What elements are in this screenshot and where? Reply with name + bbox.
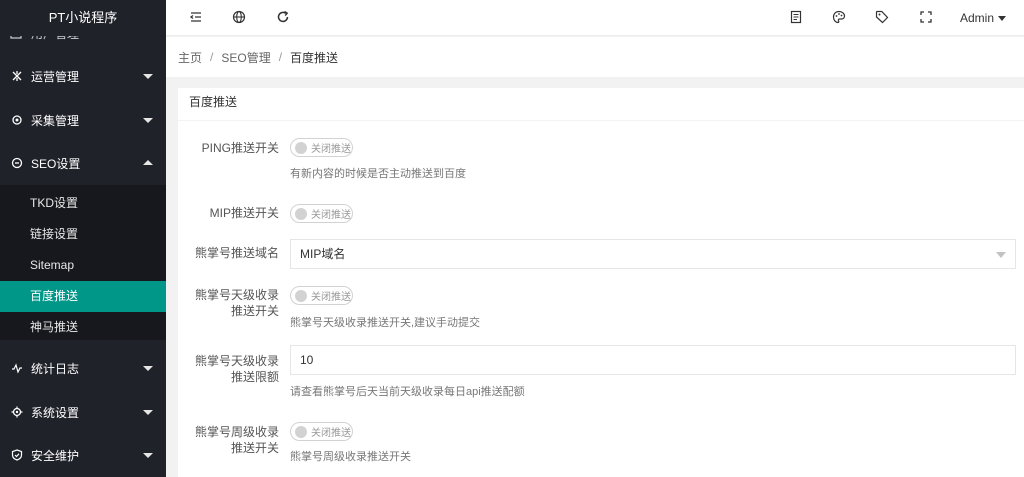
sidebar-subitem-tkd[interactable]: TKD设置 xyxy=(0,188,166,219)
limit-label-line2: 推送限额 xyxy=(230,370,279,384)
mip-switch[interactable]: 关闭推送 xyxy=(290,204,353,223)
switch-knob xyxy=(295,425,307,438)
breadcrumb-separator: / xyxy=(210,50,214,64)
refresh-button[interactable] xyxy=(273,0,293,36)
globe-icon xyxy=(232,10,246,27)
limit-hint: 请查看熊掌号后天当前天级收录每日api推送配额 xyxy=(290,386,525,398)
sidebar-item-label: 运营管理 xyxy=(31,69,80,84)
admin-menu[interactable]: Admin xyxy=(960,0,1006,36)
theme-button[interactable] xyxy=(829,0,849,36)
chevron-down-icon xyxy=(143,366,153,371)
daily-switch[interactable]: 关闭推送 xyxy=(290,286,353,305)
sidebar-subitem-links[interactable]: 链接设置 xyxy=(0,219,166,250)
switch-text: 关闭推送 xyxy=(311,292,351,303)
admin-label: Admin xyxy=(959,11,994,25)
chevron-down-icon xyxy=(143,453,153,458)
switch-text: 关闭推送 xyxy=(311,210,351,221)
sidebar-item-security[interactable]: 安全维护 xyxy=(0,433,166,477)
sidebar-item-collect[interactable]: 采集管理 xyxy=(0,98,166,142)
sidebar-subitem-sitemap[interactable]: Sitemap xyxy=(0,250,166,281)
switch-text: 关闭推送 xyxy=(311,144,351,155)
mip-label: MIP推送开关 xyxy=(209,206,279,220)
breadcrumb-seo[interactable]: SEO管理 xyxy=(221,49,270,66)
sidebar-item-operations[interactable]: 运营管理 xyxy=(0,54,166,98)
top-header: Admin xyxy=(166,0,1024,36)
switch-text: 关闭推送 xyxy=(311,428,351,439)
breadcrumb-current: 百度推送 xyxy=(290,50,339,65)
chevron-up-icon xyxy=(143,160,153,165)
ping-switch[interactable]: 关闭推送 xyxy=(290,138,353,157)
app-title: PT小说程序 xyxy=(0,0,166,36)
stats-icon xyxy=(10,361,24,375)
settings-card: 百度推送 PING推送开关 关闭推送 有新内容的时候是否主动推送到百度 MIP推… xyxy=(178,88,1024,477)
sidebar-item-stats[interactable]: 统计日志 xyxy=(0,346,166,390)
fullscreen-button[interactable] xyxy=(916,0,936,36)
chevron-down-icon xyxy=(143,74,153,79)
shield-icon xyxy=(10,448,24,462)
switch-knob xyxy=(295,289,307,302)
weekly-label-line2: 推送开关 xyxy=(230,441,279,455)
collect-icon xyxy=(10,113,24,127)
sidebar-item-seo[interactable]: SEO设置 xyxy=(0,141,166,185)
refresh-icon xyxy=(276,10,290,27)
switch-knob xyxy=(295,207,307,220)
notes-icon xyxy=(789,10,803,27)
tag-icon xyxy=(875,10,889,27)
sidebar-subitem-shenma-push[interactable]: 神马推送 xyxy=(0,312,166,343)
collapse-icon xyxy=(189,10,203,27)
gear-icon xyxy=(10,405,24,419)
ping-hint: 有新内容的时候是否主动推送到百度 xyxy=(290,168,466,180)
sidebar-item-label: 系统设置 xyxy=(31,405,80,420)
domain-label: 熊掌号推送域名 xyxy=(194,246,279,260)
sidebar-item-label: 安全维护 xyxy=(31,448,80,463)
seo-icon xyxy=(10,156,24,170)
sidebar-item-label: 采集管理 xyxy=(31,113,80,128)
card-title: 百度推送 xyxy=(178,88,1024,121)
website-button[interactable] xyxy=(229,0,249,36)
theme-icon xyxy=(832,10,846,27)
daily-label-line2: 推送开关 xyxy=(230,304,279,318)
sidebar-item-label: SEO设置 xyxy=(31,156,81,171)
weekly-switch[interactable]: 关闭推送 xyxy=(290,422,353,441)
sidebar-item-label: 统计日志 xyxy=(31,361,80,376)
domain-select[interactable]: MIP域名 xyxy=(290,239,1016,269)
switch-knob xyxy=(295,141,307,154)
fullscreen-icon xyxy=(919,10,933,27)
collapse-sidebar-button[interactable] xyxy=(186,0,206,36)
notes-button[interactable] xyxy=(786,0,806,36)
breadcrumb-home[interactable]: 主页 xyxy=(178,49,202,66)
sidebar: 用户管理 PT小说程序 运营管理 采集管理 SEO设置 TKD设置 链接设置 S… xyxy=(0,0,166,477)
daily-hint: 熊掌号天级收录推送开关,建议手动提交 xyxy=(290,317,481,329)
domain-select-value: MIP域名 xyxy=(300,247,346,261)
seo-submenu: TKD设置 链接设置 Sitemap 百度推送 神马推送 xyxy=(0,185,166,340)
tag-button[interactable] xyxy=(872,0,892,36)
breadcrumb-separator: / xyxy=(278,50,283,64)
chevron-down-icon xyxy=(143,118,153,123)
chevron-down-icon xyxy=(998,15,1006,21)
breadcrumb: 主页 / SEO管理 / 百度推送 xyxy=(166,37,1024,77)
sidebar-subitem-baidu-push[interactable]: 百度推送 xyxy=(0,281,166,312)
chevron-down-icon xyxy=(996,252,1006,258)
sidebar-item-system[interactable]: 系统设置 xyxy=(0,390,166,434)
weekly-hint: 熊掌号周级收录推送开关 xyxy=(290,451,411,463)
ping-label: PING推送开关 xyxy=(201,141,279,155)
operations-icon xyxy=(10,69,24,83)
chevron-down-icon xyxy=(143,410,153,415)
limit-input[interactable]: 10 xyxy=(290,345,1016,375)
